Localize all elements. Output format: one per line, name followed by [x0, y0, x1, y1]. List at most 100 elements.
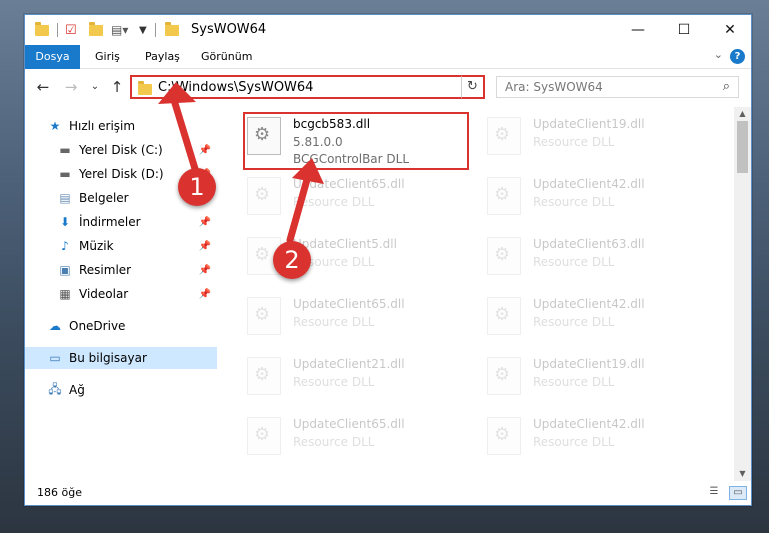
tab-dosya[interactable]: Dosya	[25, 45, 80, 69]
title-bar: ☑ ▤▾ ▼ SysWOW64 — ☐ ✕	[25, 15, 751, 45]
title-separator	[155, 23, 156, 37]
sidebar-item-label: İndirmeler	[79, 215, 141, 229]
file-item[interactable]: UpdateClient19.dll Resource DLL	[467, 111, 697, 169]
dll-file-icon	[487, 357, 521, 395]
file-type: Resource DLL	[533, 315, 615, 329]
properties-icon[interactable]: ☑	[65, 21, 77, 39]
back-button[interactable]: ←	[33, 77, 53, 97]
documents-icon: ▤	[59, 191, 71, 205]
dll-file-icon	[487, 177, 521, 215]
file-highlight-box	[243, 112, 469, 170]
status-bar: 186 öğe ☰ ▭	[25, 483, 751, 505]
expand-ribbon-icon[interactable]: ⌄	[714, 48, 723, 61]
sidebar-item-downloads[interactable]: ⬇ İndirmeler 📌	[25, 211, 217, 233]
close-button[interactable]: ✕	[707, 15, 753, 45]
file-type: Resource DLL	[293, 195, 375, 209]
file-item[interactable]: UpdateClient42.dll Resource DLL	[467, 291, 697, 349]
sidebar-item-quick-access[interactable]: ★ Hızlı erişim	[25, 115, 217, 137]
address-path: C:\Windows\SysWOW64	[158, 80, 314, 95]
file-item[interactable]: UpdateClient5.dll Resource DLL	[227, 231, 457, 289]
maximize-button[interactable]: ☐	[661, 15, 707, 45]
pin-icon[interactable]: 📌	[199, 265, 211, 276]
computer-icon: ▭	[49, 351, 61, 365]
sidebar-item-onedrive[interactable]: ☁ OneDrive	[25, 315, 217, 337]
callout-2: 2	[273, 241, 311, 279]
minimize-button[interactable]: —	[615, 15, 661, 45]
navigation-bar: ← → ⌄ ↑ C:\Windows\SysWOW64 ⌄ ↻ Ara: Sys…	[25, 71, 751, 103]
file-item[interactable]: UpdateClient65.dll Resource DLL	[227, 411, 457, 469]
pin-icon[interactable]: 📌	[199, 217, 211, 228]
file-item[interactable]: UpdateClient21.dll Resource DLL	[227, 351, 457, 409]
sidebar-item-label: Yerel Disk (C:)	[79, 143, 163, 157]
window-folder-icon	[165, 21, 179, 39]
folder-icon	[35, 21, 49, 39]
pin-icon[interactable]: 📌	[199, 241, 211, 252]
new-folder-icon[interactable]	[89, 21, 103, 39]
pin-icon[interactable]: 📌	[199, 145, 211, 156]
pin-icon[interactable]: 📌	[199, 289, 211, 300]
dll-file-icon	[247, 177, 281, 215]
file-type: Resource DLL	[533, 375, 615, 389]
file-item[interactable]: UpdateClient65.dll Resource DLL	[227, 171, 457, 229]
large-icons-view-icon[interactable]: ▭	[729, 486, 747, 500]
file-item[interactable]: UpdateClient19.dll Resource DLL	[467, 351, 697, 409]
file-item[interactable]: UpdateClient63.dll Resource DLL	[467, 231, 697, 289]
sidebar-item-label: Belgeler	[79, 191, 129, 205]
scroll-up-icon[interactable]: ▲	[734, 107, 751, 121]
scroll-down-icon[interactable]: ▼	[734, 467, 751, 481]
file-type: Resource DLL	[293, 375, 375, 389]
dll-file-icon	[247, 357, 281, 395]
up-button[interactable]: ↑	[107, 77, 127, 97]
file-name: UpdateClient42.dll	[533, 417, 645, 431]
search-icon: ⌕	[722, 79, 730, 94]
sidebar-item-label: Müzik	[79, 239, 114, 253]
file-name: UpdateClient19.dll	[533, 117, 645, 131]
dll-file-icon	[487, 297, 521, 335]
file-item[interactable]: UpdateClient42.dll Resource DLL	[467, 411, 697, 469]
cloud-icon: ☁	[49, 319, 61, 333]
dll-file-icon	[247, 417, 281, 455]
address-bar[interactable]: C:\Windows\SysWOW64 ⌄	[130, 75, 485, 99]
music-icon: ♪	[61, 239, 69, 253]
search-placeholder: Ara: SysWOW64	[505, 80, 603, 94]
sidebar-item-label: Bu bilgisayar	[69, 351, 147, 365]
file-name: UpdateClient19.dll	[533, 357, 645, 371]
quick-access-dropdown-icon[interactable]: ▼	[139, 21, 147, 39]
videos-icon: ▦	[59, 287, 71, 301]
callout-1: 1	[178, 168, 216, 206]
forward-button[interactable]: →	[61, 77, 81, 97]
file-type: Resource DLL	[293, 315, 375, 329]
sidebar-item-pictures[interactable]: ▣ Resimler 📌	[25, 259, 217, 281]
pictures-icon: ▣	[59, 263, 71, 277]
item-count: 186 öğe	[37, 486, 82, 499]
sidebar-item-network[interactable]: 🖧 Ağ	[25, 379, 217, 401]
search-input[interactable]: Ara: SysWOW64 ⌕	[496, 76, 739, 98]
sidebar-item-videos[interactable]: ▦ Videolar 📌	[25, 283, 217, 305]
help-icon[interactable]: ?	[730, 49, 745, 64]
file-type: Resource DLL	[533, 255, 615, 269]
file-name: UpdateClient42.dll	[533, 177, 645, 191]
tab-giris[interactable]: Giriş	[83, 45, 132, 69]
file-item[interactable]: UpdateClient65.dll Resource DLL	[227, 291, 457, 349]
window-title: SysWOW64	[191, 22, 267, 37]
file-name: UpdateClient65.dll	[293, 177, 405, 191]
file-name: UpdateClient65.dll	[293, 297, 405, 311]
file-type: Resource DLL	[293, 435, 375, 449]
file-item[interactable]: UpdateClient42.dll Resource DLL	[467, 171, 697, 229]
tab-gorunum[interactable]: Görünüm	[189, 45, 264, 69]
scroll-thumb[interactable]	[737, 121, 748, 173]
sidebar-item-disk-c[interactable]: ▬ Yerel Disk (C:) 📌	[25, 139, 217, 161]
title-separator	[57, 23, 58, 37]
sidebar-item-music[interactable]: ♪ Müzik 📌	[25, 235, 217, 257]
sidebar-item-this-pc[interactable]: ▭ Bu bilgisayar	[25, 347, 217, 369]
tab-paylas[interactable]: Paylaş	[133, 45, 192, 69]
recent-locations-icon[interactable]: ⌄	[85, 77, 105, 97]
details-view-icon[interactable]: ☰	[705, 486, 723, 500]
customize-toolbar-icon[interactable]: ▤▾	[111, 21, 128, 39]
vertical-scrollbar[interactable]: ▲ ▼	[734, 107, 751, 481]
sidebar-item-label: OneDrive	[69, 319, 126, 333]
dll-file-icon	[247, 297, 281, 335]
address-folder-icon	[138, 81, 152, 95]
refresh-button[interactable]: ↻	[461, 75, 485, 99]
file-name: UpdateClient65.dll	[293, 417, 405, 431]
